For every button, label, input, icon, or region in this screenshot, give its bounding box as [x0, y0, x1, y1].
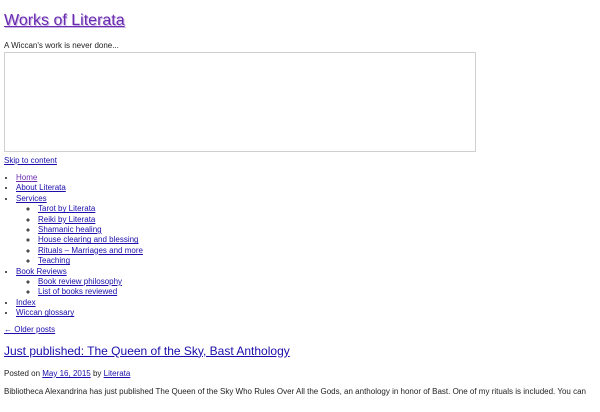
services-submenu: Tarot by Literata Reiki by Literata Sham…	[16, 204, 596, 266]
site-tagline: A Wiccan's work is never done...	[4, 41, 119, 50]
nav-link-tarot[interactable]: Tarot by Literata	[38, 204, 95, 213]
post-author-link[interactable]: Literata	[104, 369, 131, 378]
nav-item-services: Services Tarot by Literata Reiki by Lite…	[16, 194, 596, 267]
nav-link-reiki[interactable]: Reiki by Literata	[38, 215, 95, 224]
site-title-link[interactable]: Works of Literata	[4, 12, 125, 29]
nav-item-about: About Literata	[16, 183, 596, 193]
skip-to-content-link[interactable]: Skip to content	[4, 156, 596, 166]
nav-item-glossary: Wiccan glossary	[16, 308, 596, 318]
submenu-item: Book review philosophy	[38, 277, 596, 287]
nav-link-index[interactable]: Index	[16, 298, 36, 307]
nav-link-shamanic[interactable]: Shamanic healing	[38, 225, 102, 234]
nav-link-about[interactable]: About Literata	[16, 183, 66, 192]
submenu-item: Teaching	[38, 256, 596, 266]
page: Works of Literata A Wiccan's work is nev…	[0, 12, 600, 397]
post-meta: Posted on May 16, 2015 by Literata	[4, 369, 596, 379]
submenu-item: Tarot by Literata	[38, 204, 596, 214]
nav-link-house-clearing[interactable]: House clearing and blessing	[38, 235, 139, 244]
main-navigation: Home About Literata Services Tarot by Li…	[4, 173, 596, 319]
nav-link-teaching[interactable]: Teaching	[38, 256, 70, 265]
nav-link-services[interactable]: Services	[16, 194, 47, 203]
header-image-placeholder	[4, 52, 476, 152]
submenu-item: House clearing and blessing	[38, 235, 596, 245]
meta-by-label: by	[92, 368, 102, 378]
nav-link-review-philosophy[interactable]: Book review philosophy	[38, 277, 122, 286]
submenu-item: Rituals – Marriages and more	[38, 246, 596, 256]
submenu-item: Reiki by Literata	[38, 215, 596, 225]
post-title-link[interactable]: Just published: The Queen of the Sky, Ba…	[4, 344, 290, 358]
nav-link-home[interactable]: Home	[16, 173, 37, 182]
post-title: Just published: The Queen of the Sky, Ba…	[4, 343, 596, 359]
meta-posted-on-label: Posted on	[4, 368, 41, 378]
site-title: Works of Literata	[4, 12, 596, 30]
nav-item-book-reviews: Book Reviews Book review philosophy List…	[16, 267, 596, 298]
book-reviews-submenu: Book review philosophy List of books rev…	[16, 277, 596, 298]
submenu-item: List of books reviewed	[38, 287, 596, 297]
nav-link-books-reviewed[interactable]: List of books reviewed	[38, 287, 117, 296]
nav-item-index: Index	[16, 298, 596, 308]
nav-link-rituals[interactable]: Rituals – Marriages and more	[38, 246, 143, 255]
submenu-item: Shamanic healing	[38, 225, 596, 235]
post-excerpt: Bibliotheca Alexandrina has just publish…	[4, 386, 586, 396]
older-posts-link[interactable]: ← Older posts	[4, 325, 596, 335]
nav-item-home: Home	[16, 173, 596, 183]
nav-link-glossary[interactable]: Wiccan glossary	[16, 308, 74, 317]
nav-link-book-reviews[interactable]: Book Reviews	[16, 267, 67, 276]
post-date-link[interactable]: May 16, 2015	[42, 369, 90, 378]
